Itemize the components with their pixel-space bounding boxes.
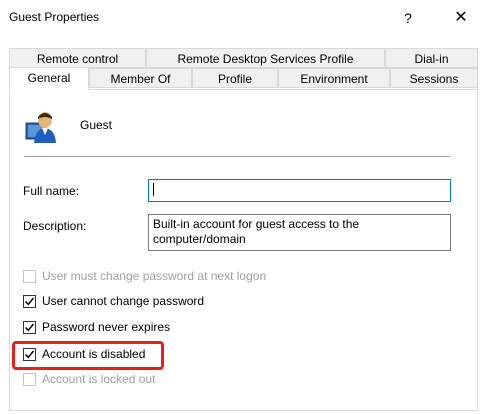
tab-remote-desktop-services-profile[interactable]: Remote Desktop Services Profile — [146, 48, 385, 68]
checkbox-label: User cannot change password — [42, 294, 205, 308]
full-name-field[interactable] — [148, 179, 451, 202]
checkbox-box[interactable] — [23, 372, 36, 386]
checkbox-box[interactable] — [23, 294, 36, 308]
full-name-label: Full name: — [23, 184, 80, 198]
checkbox-label: Password never expires — [42, 320, 171, 334]
tab-remote-control[interactable]: Remote control — [9, 48, 146, 68]
description-field[interactable]: Built-in account for guest access to the… — [148, 214, 451, 251]
checkbox-box[interactable] — [23, 320, 36, 334]
tab-member-of[interactable]: Member Of — [89, 68, 192, 88]
tab-dial-in[interactable]: Dial-in — [385, 48, 478, 68]
tab-profile[interactable]: Profile — [192, 68, 278, 88]
checkbox-label: Account is locked out — [42, 372, 156, 386]
checkbox-label: User must change password at next logon — [42, 269, 267, 283]
checkbox-cannot-change-password[interactable]: User cannot change password — [23, 292, 204, 310]
username-label: Guest — [80, 118, 113, 132]
highlight-box — [12, 341, 164, 370]
tab-general[interactable]: General — [9, 67, 89, 90]
user-icon — [25, 109, 57, 143]
checkbox-password-never-expires[interactable]: Password never expires — [23, 318, 170, 336]
description-label: Description: — [23, 219, 87, 233]
checkmark-icon — [24, 297, 35, 305]
description-value: Built-in account for guest access to the… — [153, 217, 360, 246]
checkbox-must-change-password[interactable]: User must change password at next logon — [23, 267, 266, 285]
checkbox-box[interactable] — [23, 269, 36, 283]
checkbox-account-locked-out[interactable]: Account is locked out — [23, 370, 155, 388]
checkmark-icon — [24, 323, 35, 331]
tab-environment[interactable]: Environment — [278, 68, 390, 88]
separator — [24, 156, 450, 157]
tab-strip: Remote control Remote Desktop Services P… — [0, 0, 487, 92]
text-caret — [153, 183, 154, 197]
tab-sessions[interactable]: Sessions — [390, 68, 478, 88]
